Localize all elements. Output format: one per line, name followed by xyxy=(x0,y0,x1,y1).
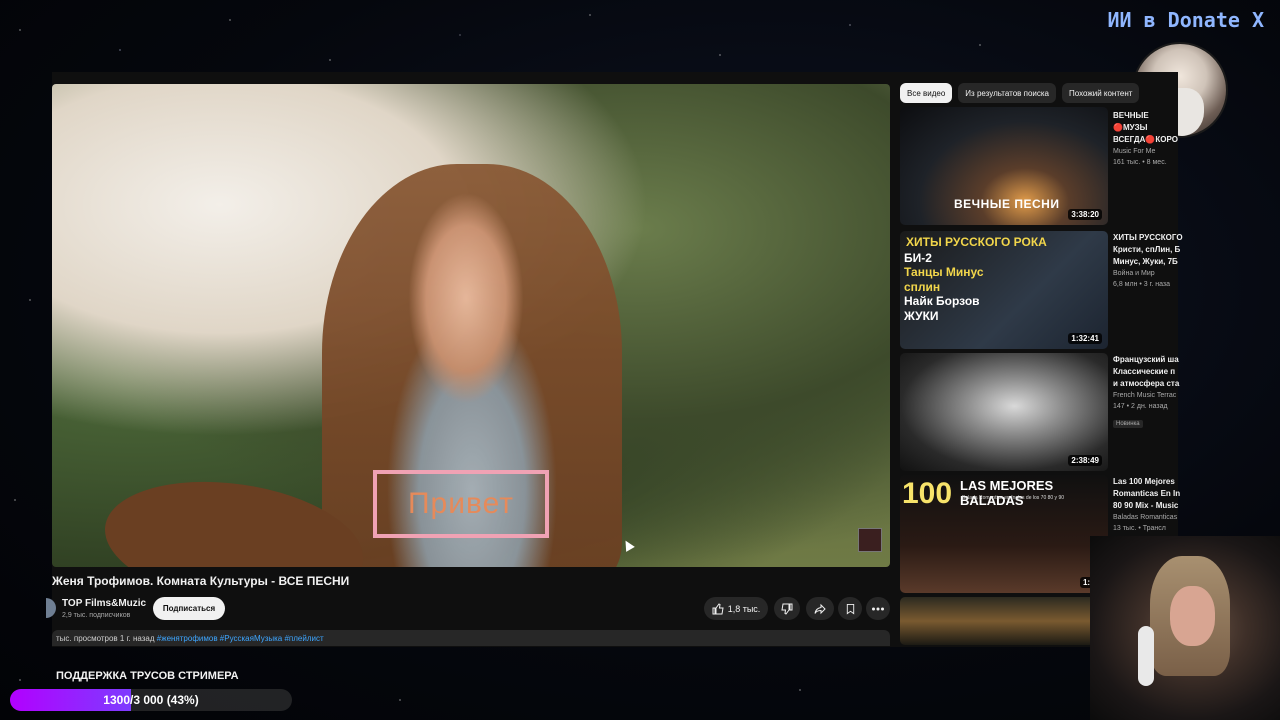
bookmark-icon xyxy=(846,603,854,614)
thumbs-up-icon xyxy=(712,602,724,614)
rec-channel: Война и Мир xyxy=(1113,270,1155,277)
thumb-line: сплин xyxy=(904,279,941,294)
rec-title-line: ХИТЫ РУССКОГО xyxy=(1113,233,1183,242)
rec-title-line: Las 100 Mejores xyxy=(1113,477,1175,486)
save-button[interactable] xyxy=(838,597,862,620)
progress-text: 1300/3 000 (43%) xyxy=(103,693,199,707)
microphone-icon xyxy=(1138,626,1154,686)
channel-name[interactable]: TOP Films&Muzic xyxy=(62,598,146,609)
rec-title-line: 80 90 Mix - Music xyxy=(1113,501,1179,510)
video-description[interactable]: тыс. просмотров 1 г. назад #женятрофимов… xyxy=(52,630,890,646)
streamer-webcam xyxy=(1090,536,1280,720)
rec-title-line: Минус, Жуки, 7Б xyxy=(1113,257,1178,266)
rec-title-line: Кристи, спЛин, Б xyxy=(1113,245,1181,254)
rec-title-line: ВСЕГДА🔴КОРО xyxy=(1113,135,1178,144)
rec-channel: French Music Terrac xyxy=(1113,392,1177,399)
channel-subscribers: 2,9 тыс. подписчиков xyxy=(62,612,131,619)
rec-channel: Music For Me xyxy=(1113,148,1156,155)
like-button[interactable]: 1,8 тыс. xyxy=(704,597,768,620)
rec-thumbnail-text: ВЕЧНЫЕ ПЕСНИ xyxy=(954,197,1060,211)
views-date: тыс. просмотров 1 г. назад xyxy=(56,634,155,643)
rec-channel: Baladas Romanticas xyxy=(1113,514,1178,521)
duration-badge: 3:38:20 xyxy=(1068,209,1102,220)
rec-info-2[interactable]: ХИТЫ РУССКОГО Кристи, спЛин, Б Минус, Жу… xyxy=(1113,232,1183,290)
video-title: Женя Трофимов. Комната Культуры - ВСЕ ПЕ… xyxy=(52,574,350,588)
like-count: 1,8 тыс. xyxy=(727,603,761,614)
share-button[interactable] xyxy=(806,597,834,620)
duration-badge: 1:32:41 xyxy=(1068,333,1102,344)
chip-similar[interactable]: Похожий контент xyxy=(1062,83,1140,103)
rec-thumbnail-lines: БИ-2 Танцы Минус сплин Найк Борзов ЖУКИ xyxy=(904,251,984,323)
rec-thumbnail-2[interactable]: ХИТЫ РУССКОГО РОКА БИ-2 Танцы Минус спли… xyxy=(900,231,1108,349)
rec-meta: 13 тыс. • Трансл xyxy=(1113,525,1166,533)
video-overlay-caption: Привет xyxy=(373,470,549,538)
chip-all-videos[interactable]: Все видео xyxy=(900,83,953,103)
thumb-line: ЖУКИ xyxy=(904,308,939,323)
more-actions-button[interactable] xyxy=(866,597,890,620)
rec-thumbnail-1[interactable]: ВЕЧНЫЕ ПЕСНИ 3:38:20 xyxy=(900,107,1108,225)
rec-title-line: Французский ша xyxy=(1113,355,1179,364)
rec-info-1[interactable]: ВЕЧНЫЕ 🔴МУЗЫ ВСЕГДА🔴КОРО Music For Me 16… xyxy=(1113,110,1183,168)
rec-thumbnail-subtitle: Balada Romantica en Ingles de los 70 80 … xyxy=(962,495,1065,501)
rec-thumbnail-number: 100 xyxy=(902,477,953,510)
thumbs-down-icon xyxy=(781,603,793,615)
webcam-face xyxy=(1170,586,1215,646)
rec-title-line: 🔴МУЗЫ xyxy=(1113,123,1148,132)
video-watermark-icon xyxy=(858,528,882,552)
rec-meta: 6,8 млн • 3 г. наза xyxy=(1113,281,1170,289)
subscribe-button[interactable]: Подписаться xyxy=(153,597,225,620)
rec-title-line: Классические п xyxy=(1113,367,1176,376)
duration-badge: 2:38:49 xyxy=(1068,455,1102,466)
rec-thumbnail-4[interactable]: 100 LAS MEJORES BALADAS Balada Romantica… xyxy=(900,475,1108,593)
dislike-button[interactable] xyxy=(774,597,800,620)
rec-thumbnail-3[interactable]: 2:38:49 xyxy=(900,353,1108,471)
thumb-line: Танцы Минус xyxy=(904,265,984,280)
support-progress-bar: 1300/3 000 (43%) xyxy=(10,689,292,711)
support-goal-label: ПОДДЕРЖКА ТРУСОВ СТРИМЕРА xyxy=(56,670,239,682)
rec-info-3[interactable]: Французский ша Классические п и атмосфер… xyxy=(1113,354,1183,430)
more-dots-icon xyxy=(872,607,884,610)
thumb-line: Найк Борзов xyxy=(904,294,980,309)
rec-title-line: Romanticas En In xyxy=(1113,489,1181,498)
rec-thumbnail-header: ХИТЫ РУССКОГО РОКА xyxy=(906,235,1047,249)
rec-info-4[interactable]: Las 100 Mejores Romanticas En In 80 90 M… xyxy=(1113,476,1183,534)
rec-thumbnail-5[interactable] xyxy=(900,597,1108,645)
share-icon xyxy=(814,603,826,614)
thumb-line: БИ-2 xyxy=(904,251,932,265)
rec-title-line: ВЕЧНЫЕ xyxy=(1113,111,1149,120)
rec-thumbnail-title: LAS MEJORES BALADAS xyxy=(960,478,1054,508)
rec-meta: 147 • 2 дн. назад xyxy=(1113,403,1168,411)
rec-meta: 161 тыс. • 8 мес. xyxy=(1113,159,1167,167)
rec-title-line: и атмосфера ста xyxy=(1113,379,1180,388)
new-badge: Новинка xyxy=(1113,420,1143,429)
chip-from-search[interactable]: Из результатов поиска xyxy=(958,83,1056,103)
hashtags[interactable]: #женятрофимов #РусскаяМузыка #плейлист xyxy=(157,634,324,643)
filter-chips: Все видео Из результатов поиска Похожий … xyxy=(900,83,1140,103)
donate-overlay-text: ИИ в Donate X xyxy=(1107,8,1264,32)
